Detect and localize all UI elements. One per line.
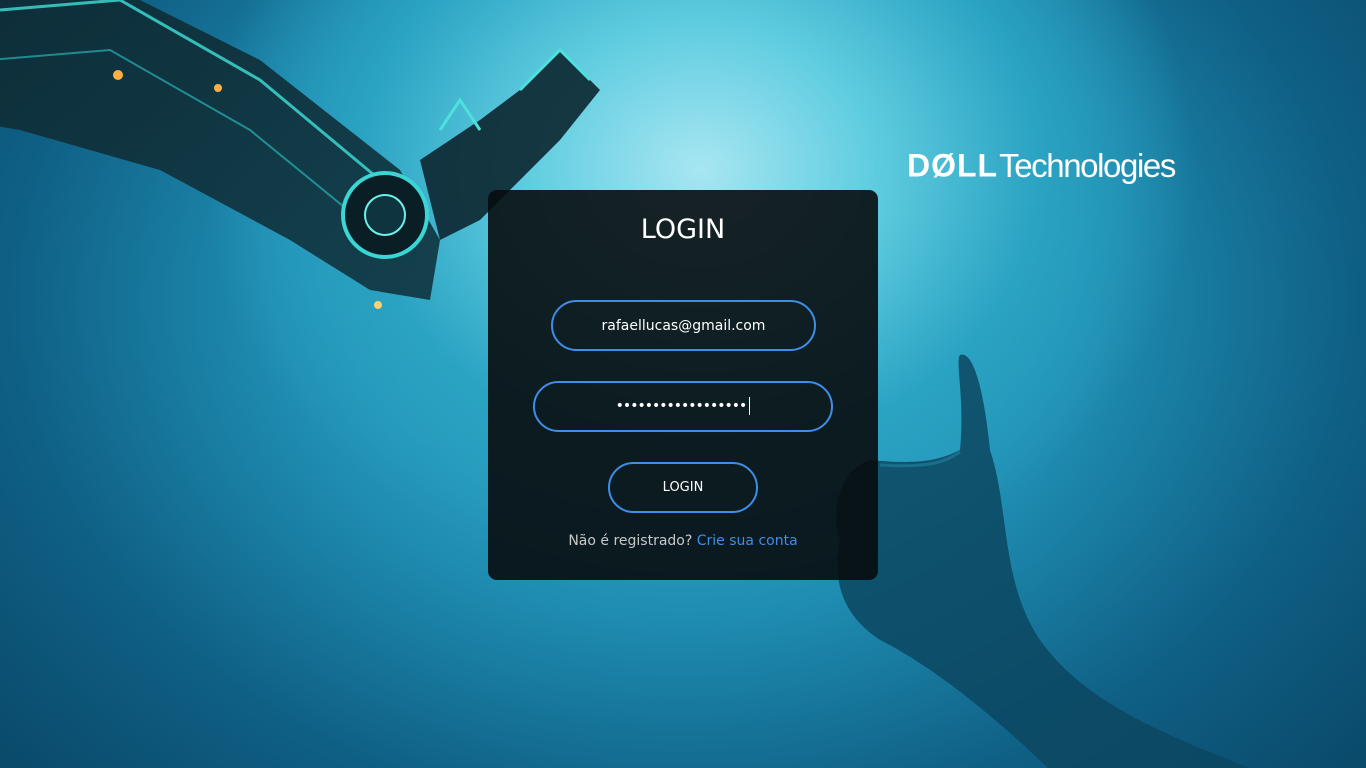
- register-prompt: Não é registrado? Crie sua conta: [0, 532, 1366, 550]
- register-prompt-text: Não é registrado?: [568, 533, 693, 549]
- password-input[interactable]: [533, 381, 833, 432]
- dell-technologies-logo: DØLLTechnologies: [907, 145, 1176, 186]
- email-input[interactable]: [551, 300, 816, 351]
- login-button[interactable]: LOGIN: [608, 462, 758, 513]
- logo-technologies-text: Technologies: [999, 146, 1176, 184]
- create-account-link[interactable]: Crie sua conta: [697, 533, 798, 549]
- login-title: LOGIN: [640, 214, 726, 245]
- logo-dell-text: DØLL: [907, 147, 999, 184]
